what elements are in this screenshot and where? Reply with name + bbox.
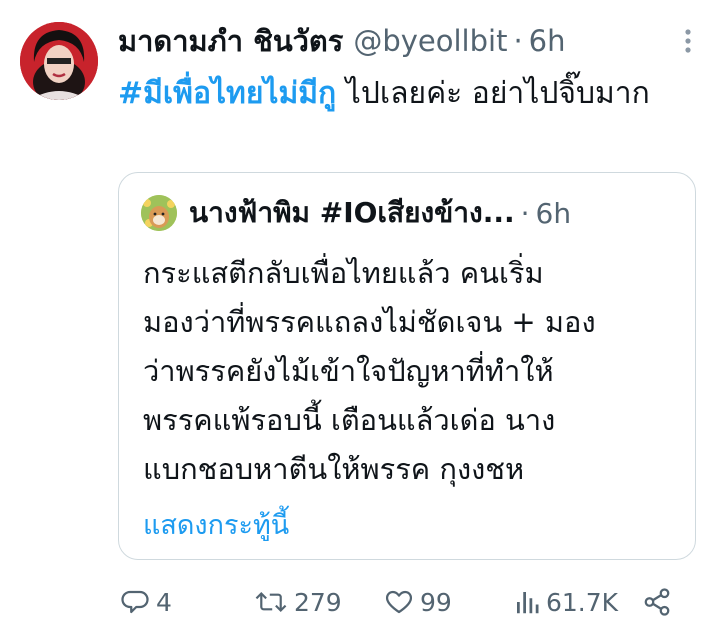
share-icon xyxy=(642,587,672,617)
reply-button[interactable]: 4 xyxy=(120,584,172,620)
show-thread-link[interactable]: แสดงกระทู้นี้ xyxy=(143,503,289,546)
views-count: 61.7K xyxy=(546,587,619,617)
quoted-line: กระแสตีกลับเพื่อไทยแล้ว คนเริ่ม xyxy=(143,256,544,290)
tweet-header: มาดามภำ ชินวัตร @byeollbit · 6h xyxy=(118,18,678,64)
quoted-timestamp[interactable]: 6h xyxy=(536,197,572,230)
tweet[interactable]: มาดามภำ ชินวัตร @byeollbit · 6h #มีเพื่อ… xyxy=(0,0,720,638)
reply-count: 4 xyxy=(156,587,172,617)
quoted-header: นางฟ้าพิม #IOเสียงข้าง... · 6h xyxy=(189,191,679,235)
quoted-author-name[interactable]: นางฟ้าพิม #IOเสียงข้าง... xyxy=(189,191,515,235)
share-button[interactable] xyxy=(642,584,672,620)
like-button[interactable]: 99 xyxy=(384,584,452,620)
views-button[interactable]: 61.7K xyxy=(514,584,618,620)
quoted-avatar-image xyxy=(141,195,177,231)
heart-icon xyxy=(384,587,414,617)
retweet-count: 279 xyxy=(294,587,342,617)
quoted-author-avatar[interactable] xyxy=(141,195,177,231)
reply-icon xyxy=(120,587,150,617)
avatar-image xyxy=(20,22,98,100)
author-avatar[interactable] xyxy=(20,22,98,100)
quoted-line: ว่าพรรคยังไม้เข้าใจปัญหาที่ทำให้ xyxy=(143,354,554,388)
author-handle[interactable]: @byeollbit xyxy=(353,24,507,58)
like-count: 99 xyxy=(420,587,452,617)
retweet-button[interactable]: 279 xyxy=(254,584,342,620)
quoted-tweet[interactable]: นางฟ้าพิม #IOเสียงข้าง... · 6h กระแสตีกล… xyxy=(118,172,696,560)
tweet-text: #มีเพื่อไทยไม่มีกู ไปเลยค่ะ อย่าไปจิ๊บมา… xyxy=(118,68,688,120)
quoted-separator-dot: · xyxy=(520,196,530,230)
quoted-line: พรรคแพ้รอบนี้ เตือนแล้วเด่อ นาง xyxy=(143,403,556,437)
hashtag-link[interactable]: #มีเพื่อไทยไม่มีกู xyxy=(118,76,336,111)
action-bar: 4 279 99 61.7K xyxy=(118,584,688,620)
separator-dot: · xyxy=(513,24,523,58)
quoted-text: กระแสตีกลับเพื่อไทยแล้ว คนเริ่ม มองว่าที… xyxy=(143,249,673,494)
quoted-line: มองว่าที่พรรคแถลงไม่ชัดเจน + มอง xyxy=(143,305,596,339)
more-vertical-icon[interactable] xyxy=(684,28,692,54)
quoted-line: แบกชอบหาตีนให้พรรค กุงงชห xyxy=(143,452,525,486)
views-icon xyxy=(514,587,540,617)
tweet-timestamp[interactable]: 6h xyxy=(529,24,566,58)
author-name[interactable]: มาดามภำ ชินวัตร xyxy=(118,18,343,64)
retweet-icon xyxy=(254,587,288,617)
tweet-body: ไปเลยค่ะ อย่าไปจิ๊บมาก xyxy=(336,76,650,111)
